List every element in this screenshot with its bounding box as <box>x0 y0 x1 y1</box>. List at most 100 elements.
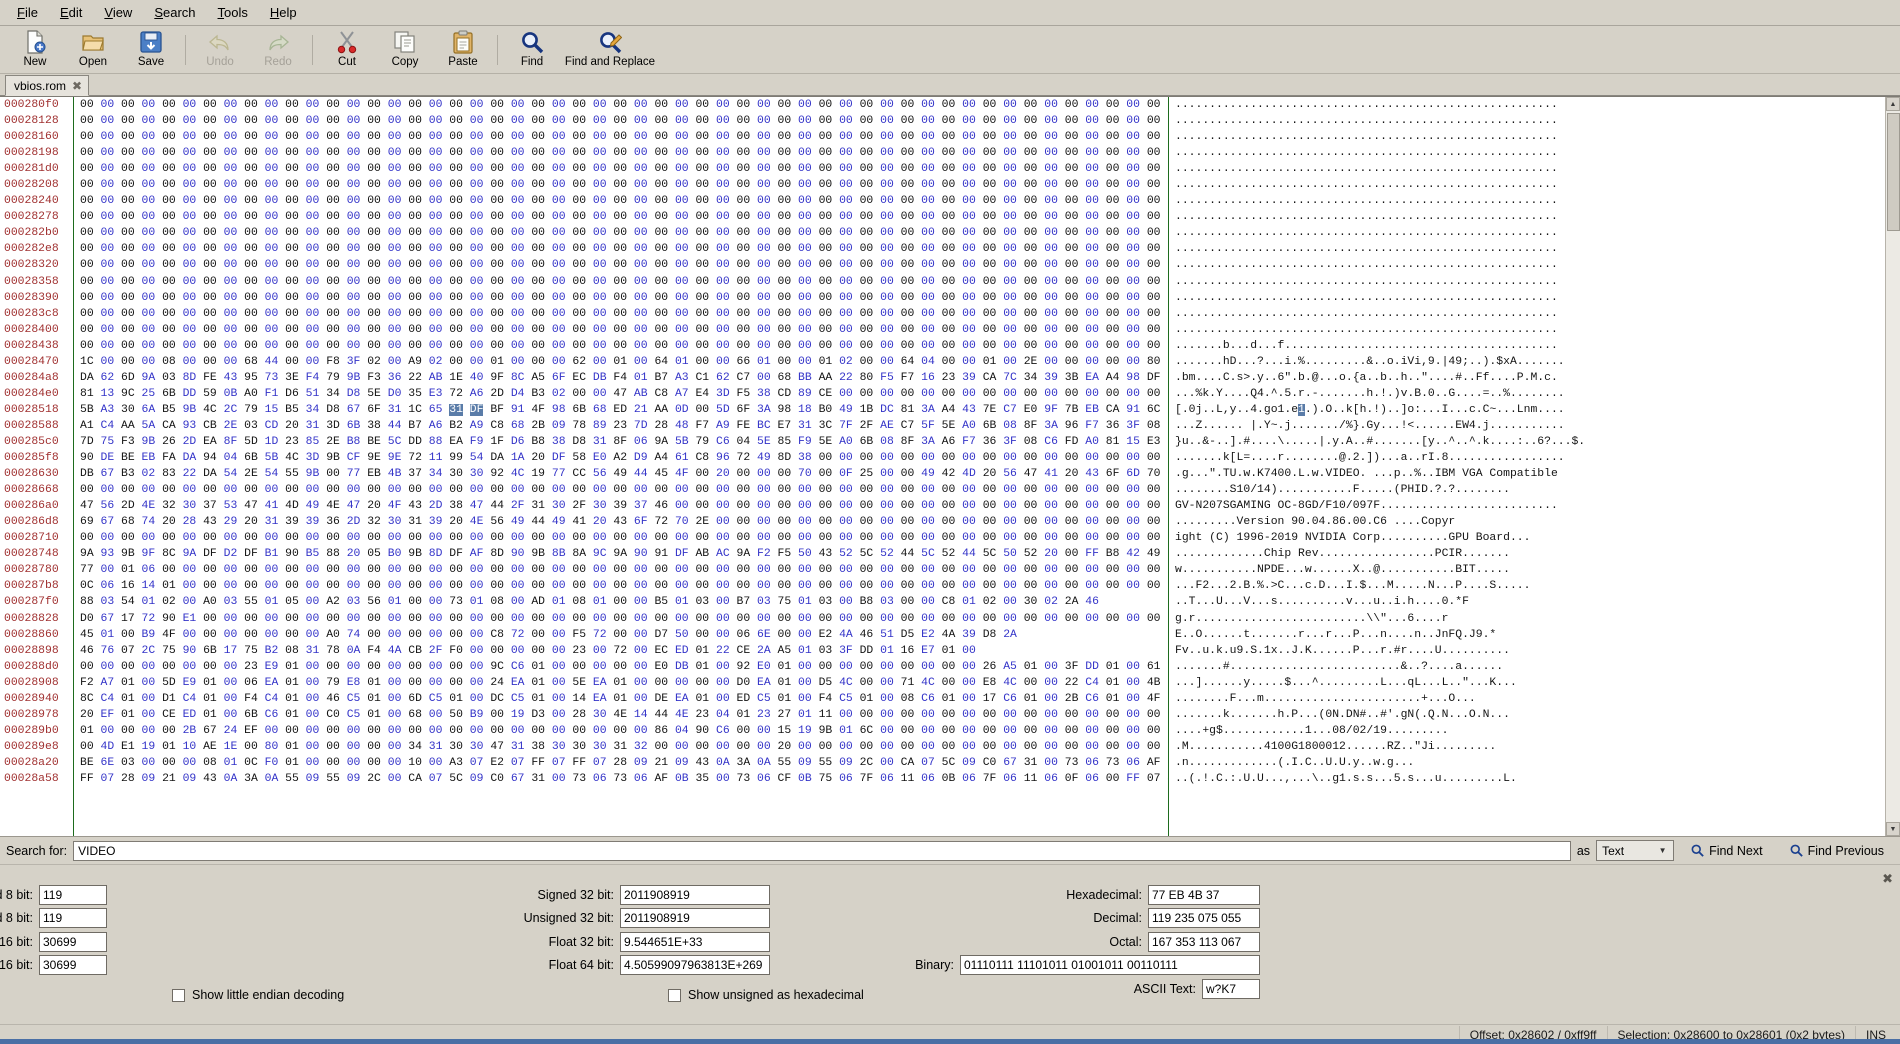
hex-byte[interactable]: 00 <box>921 709 935 721</box>
hex-byte[interactable]: 6F <box>737 404 751 416</box>
hex-byte[interactable]: A0 <box>962 420 976 432</box>
hex-byte[interactable]: 00 <box>634 163 648 175</box>
hex-byte[interactable]: 00 <box>593 179 607 191</box>
hex-byte[interactable]: 00 <box>675 163 689 175</box>
hex-byte[interactable]: B3 <box>531 388 545 400</box>
hex-byte[interactable]: 00 <box>901 725 915 737</box>
hex-byte[interactable]: 00 <box>737 532 751 544</box>
hex-byte[interactable]: E0 <box>654 661 668 673</box>
hex-byte[interactable]: 00 <box>839 340 853 352</box>
hex-byte[interactable]: 00 <box>942 677 956 689</box>
hex-byte[interactable]: 00 <box>921 613 935 625</box>
hex-byte[interactable]: 00 <box>1003 340 1017 352</box>
hex-byte[interactable]: 0A <box>757 757 771 769</box>
hex-byte[interactable]: 9B <box>121 548 135 560</box>
hex-byte[interactable]: 30 <box>572 741 586 753</box>
hex-byte[interactable]: 00 <box>1126 725 1140 737</box>
hex-byte[interactable]: 00 <box>408 195 422 207</box>
hex-byte[interactable]: 00 <box>593 580 607 592</box>
hex-byte[interactable]: 90 <box>634 548 648 560</box>
hex-byte[interactable]: 00 <box>634 677 648 689</box>
hex-byte[interactable]: 30 <box>449 468 463 480</box>
hex-byte[interactable]: 00 <box>737 99 751 111</box>
hex-byte[interactable]: 00 <box>470 340 484 352</box>
hex-byte[interactable]: 00 <box>408 484 422 496</box>
hex-byte[interactable]: 00 <box>1126 580 1140 592</box>
hex-byte[interactable]: 00 <box>162 147 176 159</box>
hex-byte[interactable]: 39 <box>962 372 976 384</box>
hex-byte[interactable]: 01 <box>1024 693 1038 705</box>
hex-byte[interactable]: DC <box>880 404 894 416</box>
hex-byte[interactable]: 00 <box>1044 324 1058 336</box>
hex-byte[interactable]: 5C <box>942 757 956 769</box>
hex-byte[interactable]: 01 <box>1106 677 1120 689</box>
hex-byte[interactable]: 00 <box>1085 243 1099 255</box>
hex-byte[interactable]: 00 <box>839 195 853 207</box>
hex-byte[interactable]: 00 <box>490 211 504 223</box>
hex-byte[interactable]: 00 <box>778 340 792 352</box>
hex-byte[interactable]: D6 <box>285 388 299 400</box>
hex-byte[interactable]: 00 <box>1106 516 1120 528</box>
hex-byte[interactable]: 00 <box>121 131 135 143</box>
hex-byte[interactable]: 00 <box>367 484 381 496</box>
hex-byte[interactable]: 36 <box>388 372 402 384</box>
hex-byte[interactable]: 00 <box>367 613 381 625</box>
hex-byte[interactable]: 00 <box>901 468 915 480</box>
hex-byte[interactable]: 00 <box>347 741 361 753</box>
hex-byte[interactable]: 2D <box>121 500 135 512</box>
hex-byte[interactable]: 00 <box>798 564 812 576</box>
hex-byte[interactable]: 23 <box>942 372 956 384</box>
hex-byte[interactable]: 00 <box>942 227 956 239</box>
hex-byte[interactable]: 00 <box>654 131 668 143</box>
hex-byte[interactable]: 00 <box>490 115 504 127</box>
hex-byte[interactable]: 00 <box>449 99 463 111</box>
hex-byte[interactable]: 4B <box>388 468 402 480</box>
hex-byte[interactable]: 00 <box>142 99 156 111</box>
hex-byte[interactable]: A6 <box>470 388 484 400</box>
hex-byte[interactable]: 00 <box>1065 324 1079 336</box>
hex-byte[interactable]: 00 <box>1126 388 1140 400</box>
hex-row[interactable]: 69 67 68 74 20 28 43 29 20 31 39 39 36 2… <box>80 514 1168 530</box>
hex-byte[interactable]: 64 <box>654 356 668 368</box>
hex-byte[interactable]: 5C <box>921 548 935 560</box>
hex-byte[interactable]: 56 <box>1003 468 1017 480</box>
hex-byte[interactable]: 00 <box>901 276 915 288</box>
hex-byte[interactable]: 00 <box>1065 163 1079 175</box>
hex-byte[interactable]: 6E <box>101 757 115 769</box>
hex-byte[interactable]: F7 <box>1085 420 1099 432</box>
hex-byte[interactable]: 50 <box>675 629 689 641</box>
hex-byte[interactable]: 00 <box>347 131 361 143</box>
hex-byte[interactable]: 00 <box>860 564 874 576</box>
hex-byte[interactable]: 00 <box>326 292 340 304</box>
hex-byte[interactable]: B5 <box>306 548 320 560</box>
hex-byte[interactable]: 00 <box>778 115 792 127</box>
hex-byte[interactable]: 00 <box>716 629 730 641</box>
hex-byte[interactable]: 00 <box>224 99 238 111</box>
hex-byte[interactable]: 20 <box>593 516 607 528</box>
hex-byte[interactable]: 00 <box>511 276 525 288</box>
hex-byte[interactable]: 00 <box>716 115 730 127</box>
hex-byte[interactable]: 00 <box>121 115 135 127</box>
ascii-row[interactable]: GV-N207SGAMING OC-8GD/F10/097F..........… <box>1175 498 1885 514</box>
hex-byte[interactable]: 00 <box>367 532 381 544</box>
unsigned-32-bit-field[interactable] <box>620 908 770 928</box>
hex-byte[interactable]: F9 <box>798 436 812 448</box>
hex-byte[interactable]: D1 <box>162 693 176 705</box>
hex-byte[interactable]: 01 <box>942 693 956 705</box>
hex-byte[interactable]: 00 <box>962 292 976 304</box>
hex-byte[interactable]: EB <box>1085 404 1099 416</box>
hex-byte[interactable]: 0A <box>224 773 238 785</box>
hex-byte[interactable]: 00 <box>1147 532 1161 544</box>
hex-byte[interactable]: 51 <box>306 388 320 400</box>
hex-byte[interactable]: 00 <box>306 179 320 191</box>
hex-byte[interactable]: 00 <box>347 195 361 207</box>
hex-byte[interactable]: 00 <box>962 580 976 592</box>
hex-byte[interactable]: 4F <box>388 500 402 512</box>
hex-byte[interactable]: 00 <box>306 725 320 737</box>
hex-byte[interactable]: 00 <box>613 564 627 576</box>
hex-byte[interactable]: 00 <box>388 179 402 191</box>
hex-byte[interactable]: 00 <box>244 131 258 143</box>
hex-byte[interactable]: 00 <box>388 243 402 255</box>
hex-row[interactable]: 77 00 01 06 00 00 00 00 00 00 00 00 00 0… <box>80 562 1168 578</box>
hex-byte[interactable]: 00 <box>285 163 299 175</box>
